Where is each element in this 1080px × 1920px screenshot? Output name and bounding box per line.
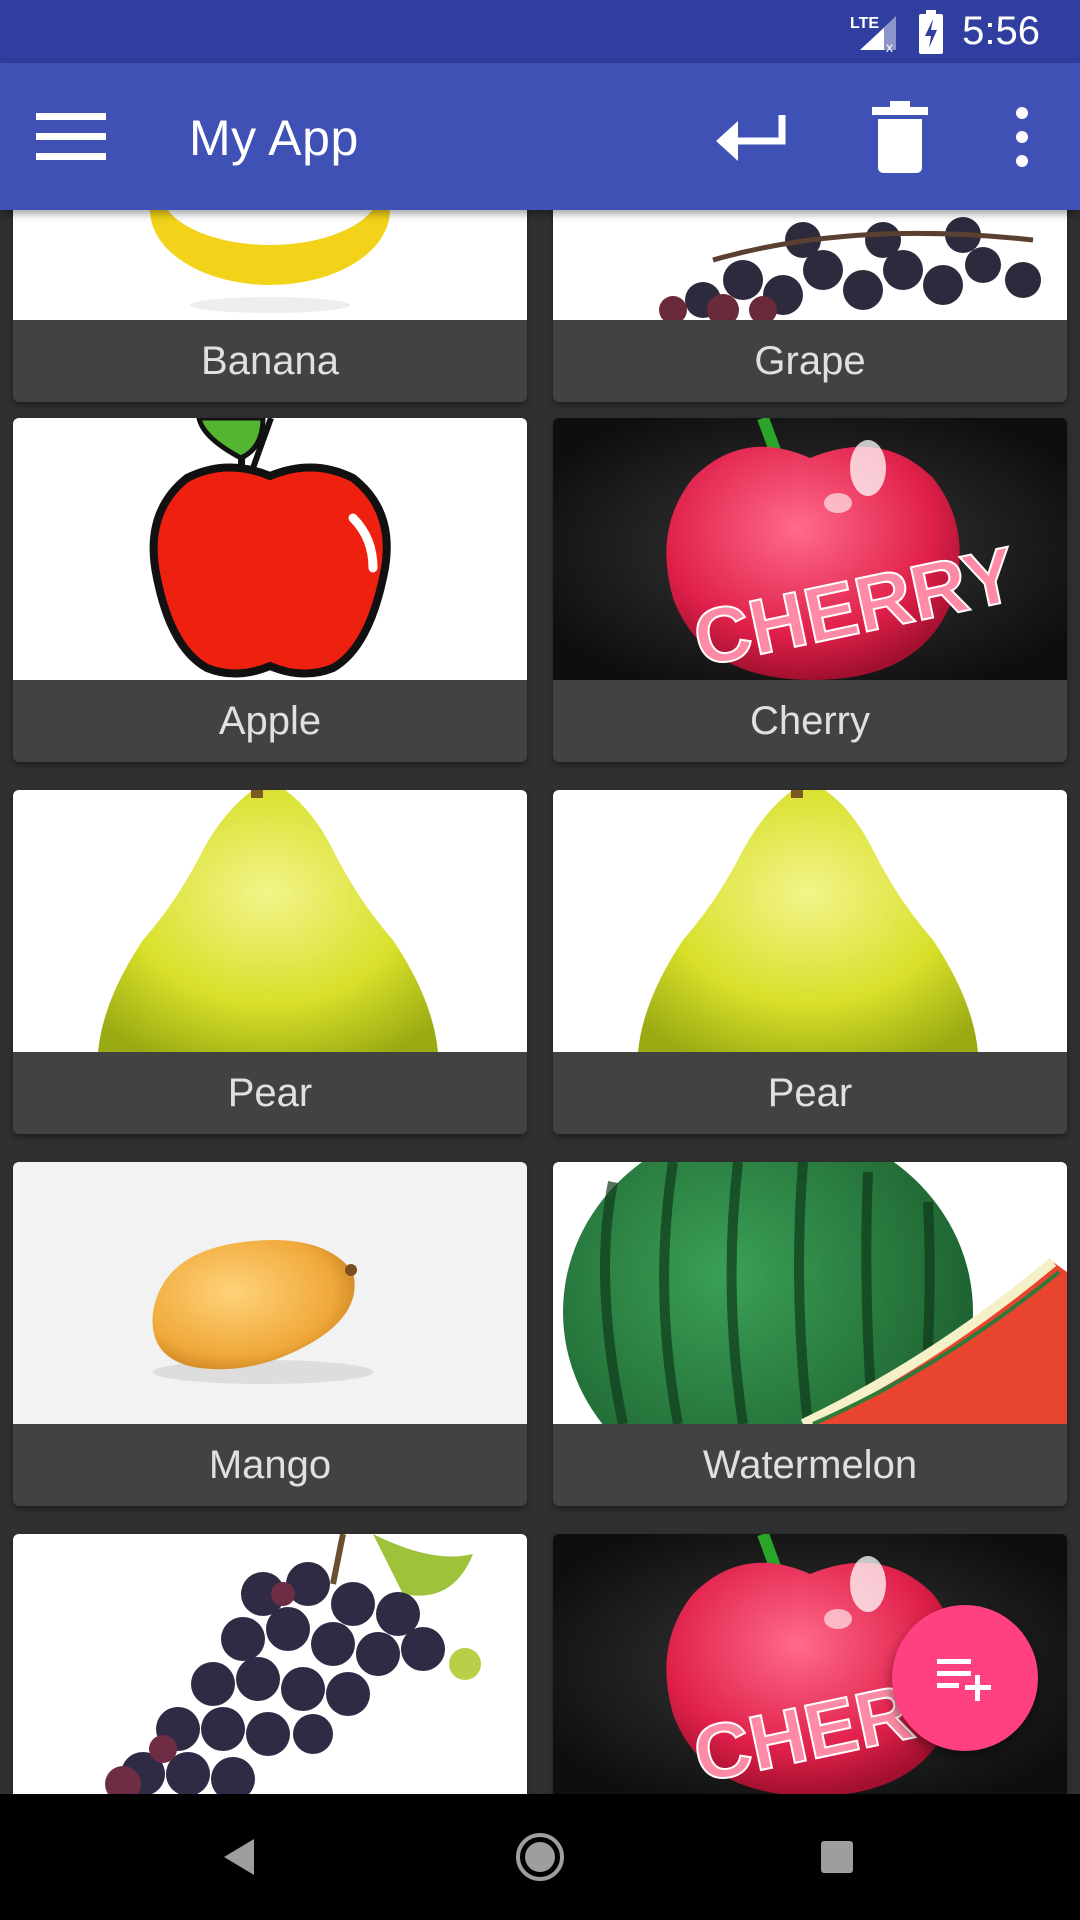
back-triangle-icon [224, 1839, 254, 1875]
grid-item-cherry[interactable]: CHERRY Cherry [553, 418, 1067, 762]
screen: LTE x 5:56 My App Banana Grape Apple CHE… [0, 0, 1080, 1920]
grid-item-watermelon[interactable]: Watermelon [553, 1162, 1067, 1506]
nav-recents-button[interactable] [797, 1822, 877, 1892]
trash-icon [872, 101, 928, 173]
mango-image [13, 1162, 527, 1424]
battery-charging-icon [919, 9, 944, 54]
cherry-image: CHERRY [553, 418, 1067, 680]
delete-button[interactable] [868, 99, 932, 175]
pear-image [13, 790, 527, 1052]
grid-item-grape[interactable]: Grape [553, 210, 1067, 402]
add-to-list-fab[interactable] [892, 1605, 1038, 1751]
menu-icon [36, 113, 106, 160]
nav-back-button[interactable] [200, 1822, 280, 1892]
nav-home-button[interactable] [500, 1822, 580, 1892]
home-circle-icon [516, 1833, 564, 1881]
app-bar: My App [0, 63, 1080, 210]
grid-item-label: Cherry [749, 698, 871, 743]
fruit-grid: Banana Grape Apple CHERRY Cherry Pear Pe… [0, 210, 1080, 1794]
grid-item-mango[interactable]: Mango [13, 1162, 527, 1506]
apple-image [13, 418, 527, 680]
grid-item-pear[interactable]: Pear [13, 790, 527, 1134]
grape-image [13, 1534, 527, 1794]
pear-image [553, 790, 1067, 1052]
grid-item-pear[interactable]: Pear [553, 790, 1067, 1134]
app-title: My App [189, 110, 359, 166]
grape-image [553, 210, 1067, 320]
keyboard-return-icon [716, 115, 786, 161]
grid-item-apple[interactable]: Apple [13, 418, 527, 762]
navigation-bar [0, 1794, 1080, 1920]
svg-text:x: x [886, 39, 893, 54]
return-button[interactable] [712, 103, 792, 169]
watermelon-image [553, 1162, 1067, 1424]
grid-item-label: Pear [227, 1070, 313, 1115]
status-time: 5:56 [962, 9, 1040, 53]
grid-item-label: Banana [201, 338, 339, 383]
more-vert-icon [1016, 107, 1028, 167]
grid-item-grape-2[interactable] [13, 1534, 527, 1794]
grid-item-label: Grape [754, 338, 866, 383]
grid-item-label: Watermelon [702, 1442, 918, 1487]
grid-item-banana[interactable]: Banana [13, 210, 527, 402]
more-options-button[interactable] [1000, 99, 1044, 175]
menu-button[interactable] [30, 103, 110, 169]
lte-signal-icon: LTE x [850, 15, 897, 54]
playlist-add-icon [937, 1659, 991, 1701]
grid-item-label: Mango [208, 1442, 332, 1487]
status-icons: LTE x 5:56 [850, 0, 1040, 63]
recents-square-icon [821, 1841, 853, 1873]
grid-item-label: Apple [218, 698, 322, 743]
banana-image [13, 210, 527, 320]
status-bar: LTE x 5:56 [0, 0, 1080, 63]
grid-item-label: Pear [767, 1070, 853, 1115]
svg-text:LTE: LTE [850, 15, 879, 32]
